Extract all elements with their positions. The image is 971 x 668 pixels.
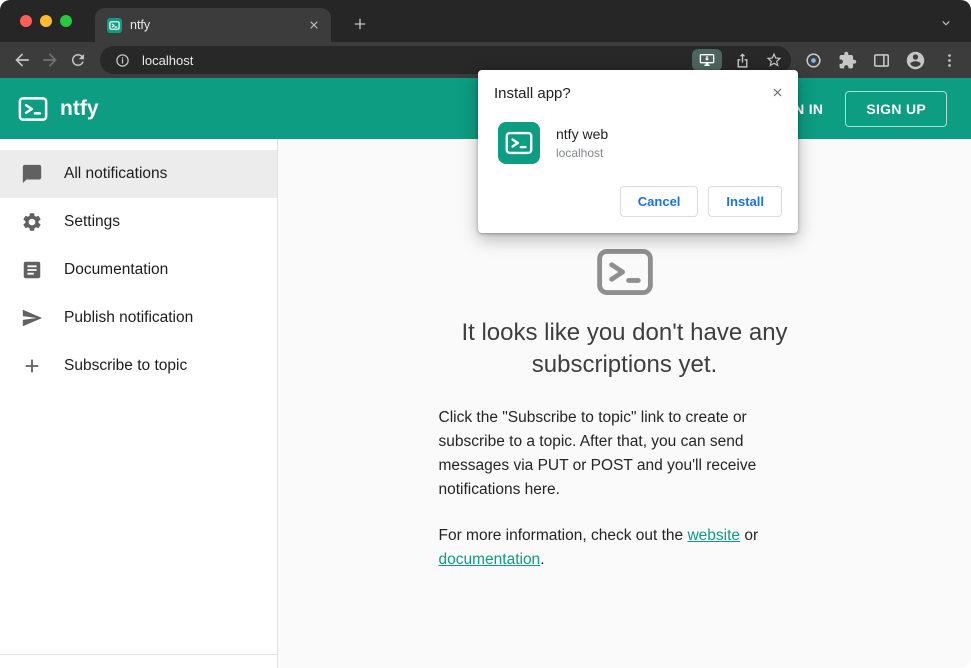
sidebar-item-label: Publish notification — [64, 309, 194, 326]
documentation-link[interactable]: documentation — [439, 551, 541, 568]
toolbar-right-icons — [799, 46, 963, 74]
site-info-icon[interactable] — [110, 48, 134, 72]
sidebar-item-label: Documentation — [64, 261, 169, 278]
app-title: ntfy — [60, 96, 99, 120]
send-icon — [21, 307, 43, 329]
sidebar-divider — [0, 654, 277, 655]
browser-window: ntfy localhost ntfy IN SIGN UP All notif… — [0, 0, 971, 668]
period-text: . — [540, 551, 545, 569]
empty-state-more-info: For more information, check out the webs… — [439, 524, 811, 572]
or-text: or — [744, 527, 759, 545]
chat-icon — [21, 163, 43, 185]
empty-state-heading: It looks like you don't have any subscri… — [461, 319, 788, 378]
install-app-origin: localhost — [556, 146, 604, 160]
extensions-puzzle-icon[interactable] — [833, 46, 861, 74]
sidebar-item-settings[interactable]: Settings — [0, 198, 277, 246]
ntfy-favicon — [107, 17, 122, 33]
close-icon[interactable] — [766, 81, 788, 103]
bookmark-star-icon[interactable] — [762, 48, 786, 72]
extension-icon[interactable] — [799, 46, 827, 74]
ntfy-logo-icon — [18, 94, 48, 124]
tab-close-icon[interactable] — [305, 16, 323, 34]
new-tab-button[interactable] — [348, 12, 372, 36]
tab-title: ntfy — [130, 18, 151, 32]
ntfy-terminal-icon — [596, 243, 654, 301]
install-dialog-title: Install app? — [494, 85, 571, 102]
sidebar-item-documentation[interactable]: Documentation — [0, 246, 277, 294]
sidebar-item-publish-notification[interactable]: Publish notification — [0, 294, 277, 342]
empty-state-paragraph: Click the "Subscribe to topic" link to c… — [438, 409, 757, 499]
kebab-menu-icon[interactable] — [935, 46, 963, 74]
install-app-name: ntfy web — [556, 126, 609, 142]
plus-icon — [21, 355, 43, 377]
sidebar-item-label: Subscribe to topic — [64, 357, 188, 374]
close-window-button[interactable] — [20, 15, 32, 27]
side-panel-icon[interactable] — [867, 46, 895, 74]
sidebar-item-label: All notifications — [64, 165, 168, 182]
url-text: localhost — [142, 52, 194, 68]
cancel-button[interactable]: Cancel — [619, 186, 699, 217]
forward-icon[interactable] — [36, 46, 64, 74]
zoom-window-button[interactable] — [60, 15, 72, 27]
install-app-dialog: Install app? ntfy web localhost Cancel I… — [478, 70, 798, 233]
profile-avatar-icon[interactable] — [901, 46, 929, 74]
sidebar-item-label: Settings — [64, 213, 121, 230]
more-info-text: For more information, check out the — [438, 527, 684, 545]
ntfy-app-icon — [498, 122, 540, 164]
reload-icon[interactable] — [64, 46, 92, 74]
gear-icon — [21, 211, 43, 233]
article-icon — [21, 259, 43, 281]
back-icon[interactable] — [8, 46, 36, 74]
sidebar-item-subscribe-to-topic[interactable]: Subscribe to topic — [0, 342, 277, 390]
minimize-window-button[interactable] — [40, 15, 52, 27]
sidebar-item-all-notifications[interactable]: All notifications — [0, 150, 277, 198]
window-controls — [20, 15, 72, 27]
sign-up-button[interactable]: SIGN UP — [845, 90, 947, 127]
website-link[interactable]: website — [687, 527, 740, 544]
sidebar: All notifications Settings Documentation… — [0, 139, 278, 668]
share-icon[interactable] — [730, 48, 754, 72]
install-app-icon[interactable] — [692, 49, 722, 71]
install-dialog-app-row: ntfy web localhost — [494, 122, 782, 164]
install-button[interactable]: Install — [708, 186, 782, 217]
browser-tab-strip: ntfy — [0, 0, 971, 42]
install-dialog-buttons: Cancel Install — [494, 186, 782, 217]
browser-tab[interactable]: ntfy — [95, 8, 331, 42]
tab-search-chevron-icon[interactable] — [935, 12, 957, 34]
